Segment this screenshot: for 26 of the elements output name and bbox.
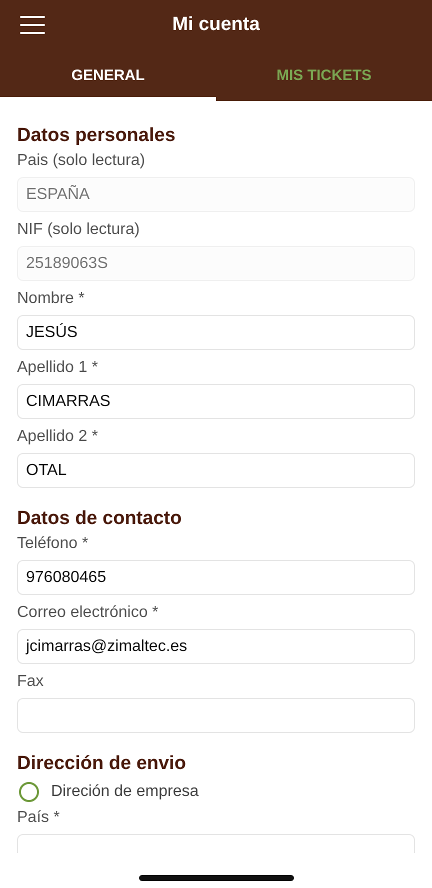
input-field[interactable]: 25189063S (17, 246, 415, 281)
menu-icon[interactable] (20, 16, 45, 34)
field-label: Apellido 2 * (17, 428, 99, 447)
input-field[interactable]: JESÚS (17, 315, 415, 350)
field-label: NIF (solo lectura) (17, 221, 141, 240)
section-heading: Datos personales (17, 125, 176, 147)
field-label: País * (17, 809, 61, 828)
input-field[interactable]: OTAL (17, 453, 415, 488)
field-label: Apellido 1 * (17, 359, 99, 378)
field-label: Pais (solo lectura) (17, 152, 146, 171)
tab[interactable]: MIS TICKETS (216, 57, 432, 101)
section-heading: Dirección de envio (17, 753, 187, 775)
field-label: Correo electrónico * (17, 604, 160, 623)
screen-title: Mi cuenta (172, 14, 260, 36)
input-field[interactable]: 976080465 (17, 560, 415, 595)
field-label: Nombre * (17, 290, 86, 309)
field-label: Fax (17, 673, 45, 692)
tab[interactable]: GENERAL (0, 57, 216, 101)
input-field[interactable] (17, 698, 415, 733)
radio-label: Direción de empresa (51, 783, 199, 801)
radio-button[interactable] (19, 782, 39, 802)
input-field[interactable]: CIMARRAS (17, 384, 415, 419)
input-field[interactable]: jcimarras@zimaltec.es (17, 629, 415, 664)
field-label: Teléfono * (17, 535, 90, 554)
section-heading: Datos de contacto (17, 508, 183, 530)
input-field[interactable]: ESPAÑA (17, 177, 415, 212)
